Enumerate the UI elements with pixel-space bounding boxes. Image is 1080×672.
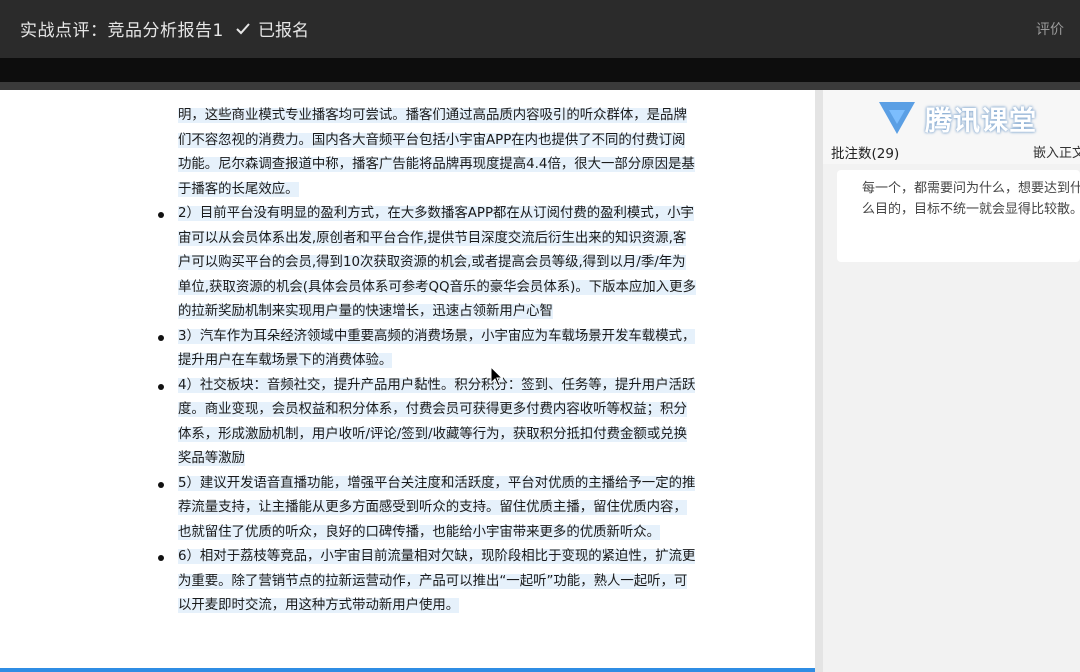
bullet-icon xyxy=(158,334,164,341)
bullet-icon xyxy=(158,555,164,561)
bullet-icon xyxy=(158,481,164,488)
comment-count: 批注数(29) xyxy=(831,146,900,162)
bullet-icon xyxy=(158,383,164,390)
list-item: 2）目前平台没有明显的盈利方式，在大多数播客APP都在从订阅付费的盈利模式，小宇… xyxy=(152,202,697,325)
list-item: 4）社交板块：音频社交，提升产品用户黏性。积分积分：签到、任务等，提升用户活跃度… xyxy=(152,374,697,472)
document-content: 明，这些商业模式专业播客均可尝试。播客们通过高品质内容吸引的听众群体，是品牌们不… xyxy=(152,104,697,619)
list-item: 5）建议开发语音直播功能，增强平台关注度和活跃度，平台对优质的主播给予一定的推荐… xyxy=(152,472,697,546)
watermark-logo: 腾讯课堂 xyxy=(875,98,1037,138)
comment-card[interactable]: 每一个，都需要问为什么，想要达到什么目的，目标不统一就会显得比较散。 xyxy=(837,170,1080,262)
rate-button[interactable]: 评价 xyxy=(1036,19,1064,39)
item-text: 3）汽车作为耳朵经济领域中重要高频的消费场景，小宇宙应为车载场景开发车载模式，提… xyxy=(178,328,696,368)
list-item: 6）相对于荔枝等竞品，小宇宙目前流量相对欠缺，现阶段相比于变现的紧迫性，扩流更为… xyxy=(152,545,697,619)
document-page: 明，这些商业模式专业播客均可尝试。播客们通过高品质内容吸引的听众群体，是品牌们不… xyxy=(0,90,815,672)
mouse-cursor-icon xyxy=(490,366,504,387)
watermark-text: 腾讯课堂 xyxy=(925,105,1037,137)
bullet-icon xyxy=(158,212,164,218)
top-bar: 实战点评：竞品分析报告1 已报名 评价 xyxy=(0,0,1080,58)
document-toolbar xyxy=(0,82,1080,90)
progress-bar xyxy=(0,668,815,672)
status-label: 已报名 xyxy=(258,21,309,41)
item-text: 5）建议开发语音直播功能，增强平台关注度和活跃度，平台对优质的主播给予一定的推荐… xyxy=(178,475,696,540)
comments-sidebar: 腾讯课堂 批注数(29) 嵌入正文 每一个，都需要问为什么，想要达到什么目的，目… xyxy=(823,90,1080,672)
item-text: 2）目前平台没有明显的盈利方式，在大多数播客APP都在从订阅付费的盈利模式，小宇… xyxy=(178,206,696,319)
embed-toggle[interactable]: 嵌入正文 xyxy=(1033,142,1080,161)
course-title: 实战点评：竞品分析报告1 xyxy=(20,21,224,41)
list-item: 明，这些商业模式专业播客均可尝试。播客们通过高品质内容吸引的听众群体，是品牌们不… xyxy=(152,104,697,202)
item-text: 明，这些商业模式专业播客均可尝试。播客们通过高品质内容吸引的听众群体，是品牌们不… xyxy=(178,108,695,197)
comment-text: 每一个，都需要问为什么，想要达到什么目的，目标不统一就会显得比较散。 xyxy=(862,181,1080,217)
item-text: 6）相对于荔枝等竞品，小宇宙目前流量相对欠缺，现阶段相比于变现的紧迫性，扩流更为… xyxy=(178,549,696,613)
checkmark-icon xyxy=(236,22,250,34)
sidebar-header: 腾讯课堂 批注数(29) 嵌入正文 xyxy=(823,90,1080,164)
panel-divider[interactable] xyxy=(815,90,823,672)
item-text: 4）社交板块：音频社交，提升产品用户黏性。积分积分：签到、任务等，提升用户活跃度… xyxy=(178,377,696,466)
enrollment-status: 已报名 xyxy=(236,16,309,41)
list-item: 3）汽车作为耳朵经济领域中重要高频的消费场景，小宇宙应为车载场景开发车载模式，提… xyxy=(152,325,697,374)
tencent-classroom-logo-icon xyxy=(879,102,915,134)
